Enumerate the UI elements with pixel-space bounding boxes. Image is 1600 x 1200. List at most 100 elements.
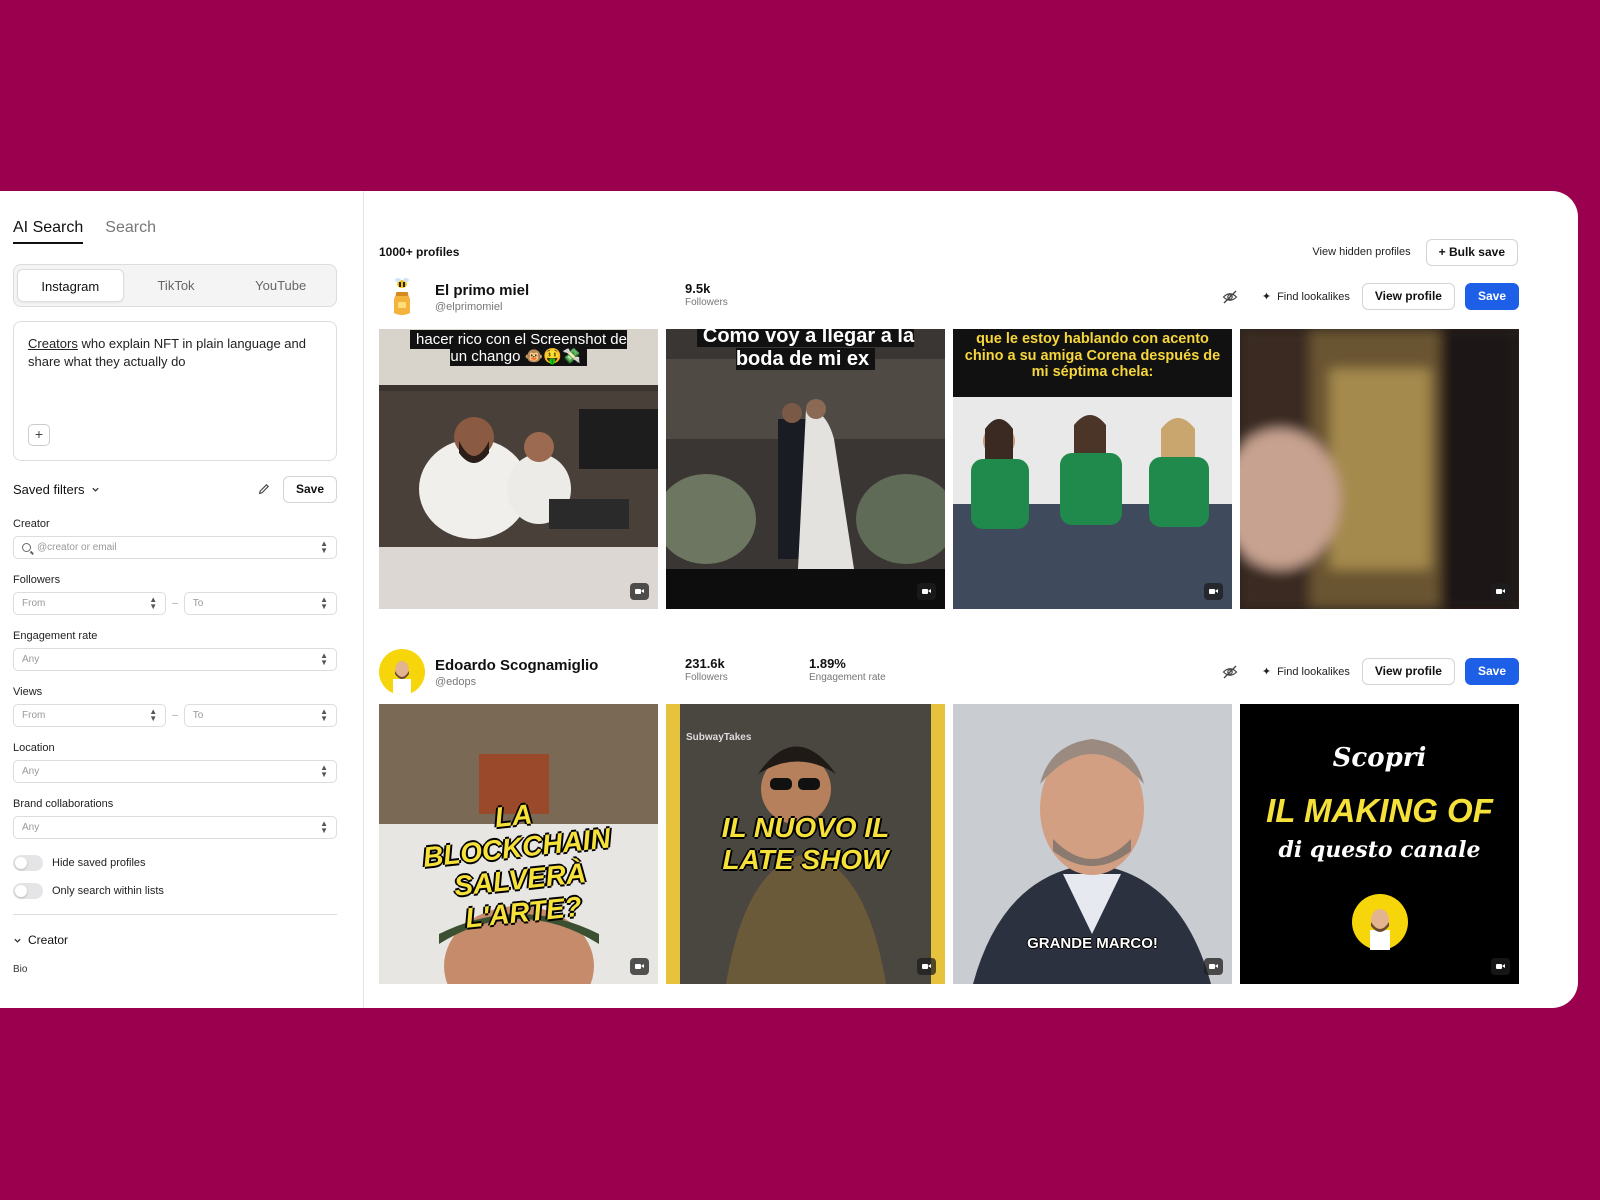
video-icon xyxy=(630,583,649,600)
stepper-icon: ▲ ▼ xyxy=(320,707,328,723)
channel-avatar-image xyxy=(1352,894,1408,950)
creator-section-label: Creator xyxy=(28,933,69,947)
stepper-icon: ▲ ▼ xyxy=(320,595,328,611)
profile-handle: @elprimomiel xyxy=(435,300,503,313)
find-lookalikes-button[interactable]: ✦ Find lookalikes xyxy=(1262,665,1350,679)
followers-label: Followers xyxy=(685,297,728,308)
filter-sidebar: AI Search Search Instagram TikTok YouTub… xyxy=(0,191,364,1008)
views-label: Views xyxy=(13,686,43,698)
eye-off-icon[interactable] xyxy=(1222,289,1238,305)
view-profile-button[interactable]: View profile xyxy=(1361,283,1455,310)
post-thumbnail[interactable]: que le estoy hablando con acento chino a… xyxy=(953,329,1232,609)
results-count: 1000+ profiles xyxy=(379,245,460,259)
video-icon xyxy=(1204,958,1223,975)
post-thumbnail[interactable]: LA BLOCKCHAIN SALVERÀ L'ARTE? xyxy=(379,704,658,984)
engagement-label: Engagement rate xyxy=(809,672,886,683)
save-profile-button[interactable]: Save xyxy=(1464,658,1519,685)
chevron-down-icon xyxy=(91,487,99,492)
platform-instagram[interactable]: Instagram xyxy=(17,269,124,302)
post-caption: IL NUOVO IL LATE SHOW xyxy=(721,812,890,876)
location-select[interactable]: Any ▲ ▼ xyxy=(13,760,337,783)
within-lists-toggle[interactable] xyxy=(13,883,43,899)
profile-header: El primo miel @elprimomiel 9.5k Follower… xyxy=(379,273,1519,321)
within-lists-row: Only search within lists xyxy=(13,883,337,899)
view-profile-button[interactable]: View profile xyxy=(1361,658,1455,685)
profile-identity: Edoardo Scognamiglio @edops xyxy=(435,657,598,688)
followers-label: Followers xyxy=(685,672,728,683)
stepper-icon: ▲ ▼ xyxy=(320,819,328,835)
creator-section-toggle[interactable]: Creator xyxy=(13,933,337,947)
eye-off-icon[interactable] xyxy=(1222,664,1238,680)
chevron-down-icon xyxy=(14,938,21,943)
video-icon xyxy=(1491,958,1510,975)
sidebar-divider xyxy=(13,914,337,915)
engagement-select[interactable]: Any ▲ ▼ xyxy=(13,648,337,671)
wedding-scene-image xyxy=(666,329,945,609)
followers-value: 231.6k xyxy=(685,656,725,671)
views-to-value: To xyxy=(192,710,204,721)
engagement-stat: 1.89% Engagement rate xyxy=(809,656,886,683)
profile-name[interactable]: Edoardo Scognamiglio xyxy=(435,657,598,674)
results-panel: 1000+ profiles View hidden profiles + Bu… xyxy=(364,191,1578,1008)
post-thumbnails: hacer rico con el Screenshot de un chang… xyxy=(379,329,1519,609)
followers-to-select[interactable]: To ▲ ▼ xyxy=(183,592,337,615)
platform-youtube[interactable]: YouTube xyxy=(228,269,333,302)
person-avatar-icon xyxy=(379,649,425,695)
view-hidden-profiles-link[interactable]: View hidden profiles xyxy=(1312,246,1410,258)
save-filters-button[interactable]: Save xyxy=(282,475,337,503)
followers-value: 9.5k xyxy=(685,281,711,296)
find-lookalikes-label: Find lookalikes xyxy=(1277,290,1350,303)
find-lookalikes-button[interactable]: ✦ Find lookalikes xyxy=(1262,290,1350,304)
followers-stat: 231.6k Followers xyxy=(685,656,728,683)
post-caption-bottom: di questo canale xyxy=(1278,837,1481,863)
post-caption: hacer rico con el Screenshot de un chang… xyxy=(379,329,658,368)
post-thumbnail[interactable]: SubwayTakes IL NUOVO IL LATE SHOW xyxy=(666,704,945,984)
saved-filters-dropdown[interactable]: Saved filters xyxy=(13,482,100,497)
views-from-value: From xyxy=(22,710,46,721)
views-to-select[interactable]: To ▲ ▼ xyxy=(183,704,337,727)
profile-header: Edoardo Scognamiglio @edops 231.6k Follo… xyxy=(379,648,1519,696)
pencil-icon[interactable] xyxy=(257,482,271,496)
tab-search[interactable]: Search xyxy=(105,219,156,244)
hide-saved-row: Hide saved profiles xyxy=(13,855,337,871)
profile-card: Edoardo Scognamiglio @edops 231.6k Follo… xyxy=(379,648,1519,984)
profile-identity: El primo miel @elprimomiel xyxy=(435,282,529,313)
stepper-icon: ▲ ▼ xyxy=(149,707,158,723)
profile-name[interactable]: El primo miel xyxy=(435,282,529,299)
followers-from-value: From xyxy=(22,598,46,609)
engagement-label: Engagement rate xyxy=(13,630,98,642)
plus-icon: + xyxy=(34,426,44,442)
save-profile-button[interactable]: Save xyxy=(1464,283,1519,310)
creator-search-input[interactable]: @creator or email ▲ ▼ xyxy=(13,536,337,559)
find-lookalikes-label: Find lookalikes xyxy=(1277,665,1350,678)
video-icon xyxy=(917,583,936,600)
post-thumbnail[interactable]: GRANDE MARCO! xyxy=(953,704,1232,984)
ai-prompt-input[interactable]: Creators who explain NFT in plain langua… xyxy=(13,321,337,461)
saved-filters-label: Saved filters xyxy=(13,481,85,497)
post-thumbnail[interactable] xyxy=(1240,329,1519,609)
results-actions: View hidden profiles + Bulk save xyxy=(1312,238,1518,266)
post-thumbnail[interactable]: Scopri IL MAKING OF di questo canale xyxy=(1240,704,1519,984)
mode-tabs: AI Search Search xyxy=(13,219,337,244)
views-from-select[interactable]: From ▲ ▼ xyxy=(13,704,167,727)
brand-collab-select[interactable]: Any ▲ ▼ xyxy=(13,816,337,839)
video-icon xyxy=(630,958,649,975)
platform-tiktok[interactable]: TikTok xyxy=(124,269,229,302)
brand-collab-label: Brand collaborations xyxy=(13,798,114,810)
post-thumbnail[interactable]: hacer rico con el Screenshot de un chang… xyxy=(379,329,658,609)
post-thumbnail[interactable]: Como voy a llegar a la boda de mi ex xyxy=(666,329,945,609)
post-caption-main: IL MAKING OF xyxy=(1266,792,1493,829)
platform-switcher: Instagram TikTok YouTube xyxy=(13,264,337,307)
followers-from-select[interactable]: From ▲ ▼ xyxy=(13,592,167,615)
bulk-save-button[interactable]: + Bulk save xyxy=(1425,238,1518,266)
avatar[interactable] xyxy=(379,649,425,695)
hide-saved-toggle[interactable] xyxy=(13,855,43,871)
engagement-value: 1.89% xyxy=(809,656,846,671)
tab-ai-search[interactable]: AI Search xyxy=(13,219,84,244)
stepper-icon: ▲ ▼ xyxy=(149,595,158,611)
results-topbar: 1000+ profiles View hidden profiles + Bu… xyxy=(379,238,1518,266)
avatar[interactable] xyxy=(379,274,425,320)
brand-collab-value: Any xyxy=(22,822,40,833)
add-prompt-attachment-button[interactable]: + xyxy=(28,424,50,446)
within-lists-label: Only search within lists xyxy=(52,885,164,897)
